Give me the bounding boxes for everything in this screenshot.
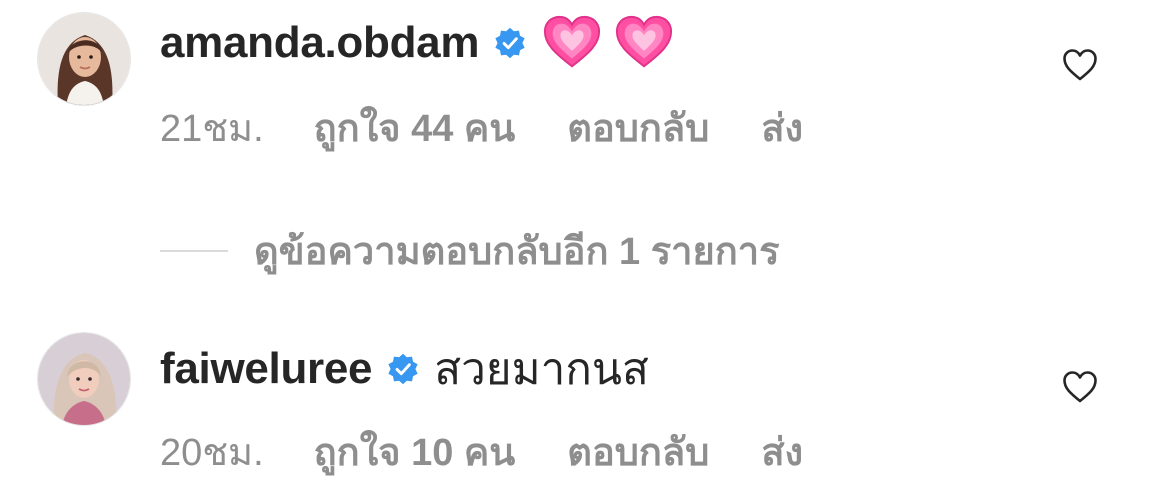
verified-badge-icon: [493, 26, 527, 60]
like-count-link[interactable]: ถูกใจ 44 คน: [314, 97, 516, 158]
pink-heart-icon: [544, 15, 601, 68]
send-button[interactable]: ส่ง: [761, 97, 803, 158]
reply-button[interactable]: ตอบกลับ: [567, 421, 709, 482]
view-replies-label: ดูข้อความตอบกลับอีก 1 รายการ: [254, 231, 780, 273]
heart-outline-icon[interactable]: [1062, 48, 1098, 82]
comment-timestamp: 20ชม.: [160, 431, 264, 474]
comment-text: สวยมากนส: [434, 345, 649, 394]
send-button[interactable]: ส่ง: [761, 421, 803, 482]
username[interactable]: faiweluree: [160, 344, 373, 394]
divider-line: [160, 249, 228, 252]
username[interactable]: amanda.obdam: [160, 18, 479, 68]
like-count-link[interactable]: ถูกใจ 10 คน: [314, 421, 516, 482]
reply-button[interactable]: ตอบกลับ: [567, 97, 709, 158]
pink-heart-icon: [616, 15, 673, 68]
view-replies-button[interactable]: ดูข้อความตอบกลับอีก 1 รายการ: [160, 220, 780, 281]
comment-timestamp: 21ชม.: [160, 107, 264, 150]
verified-badge-icon: [386, 352, 420, 386]
comment-emoji: [541, 12, 675, 74]
avatar[interactable]: [37, 12, 131, 106]
avatar[interactable]: [37, 332, 131, 426]
heart-outline-icon[interactable]: [1062, 370, 1098, 404]
